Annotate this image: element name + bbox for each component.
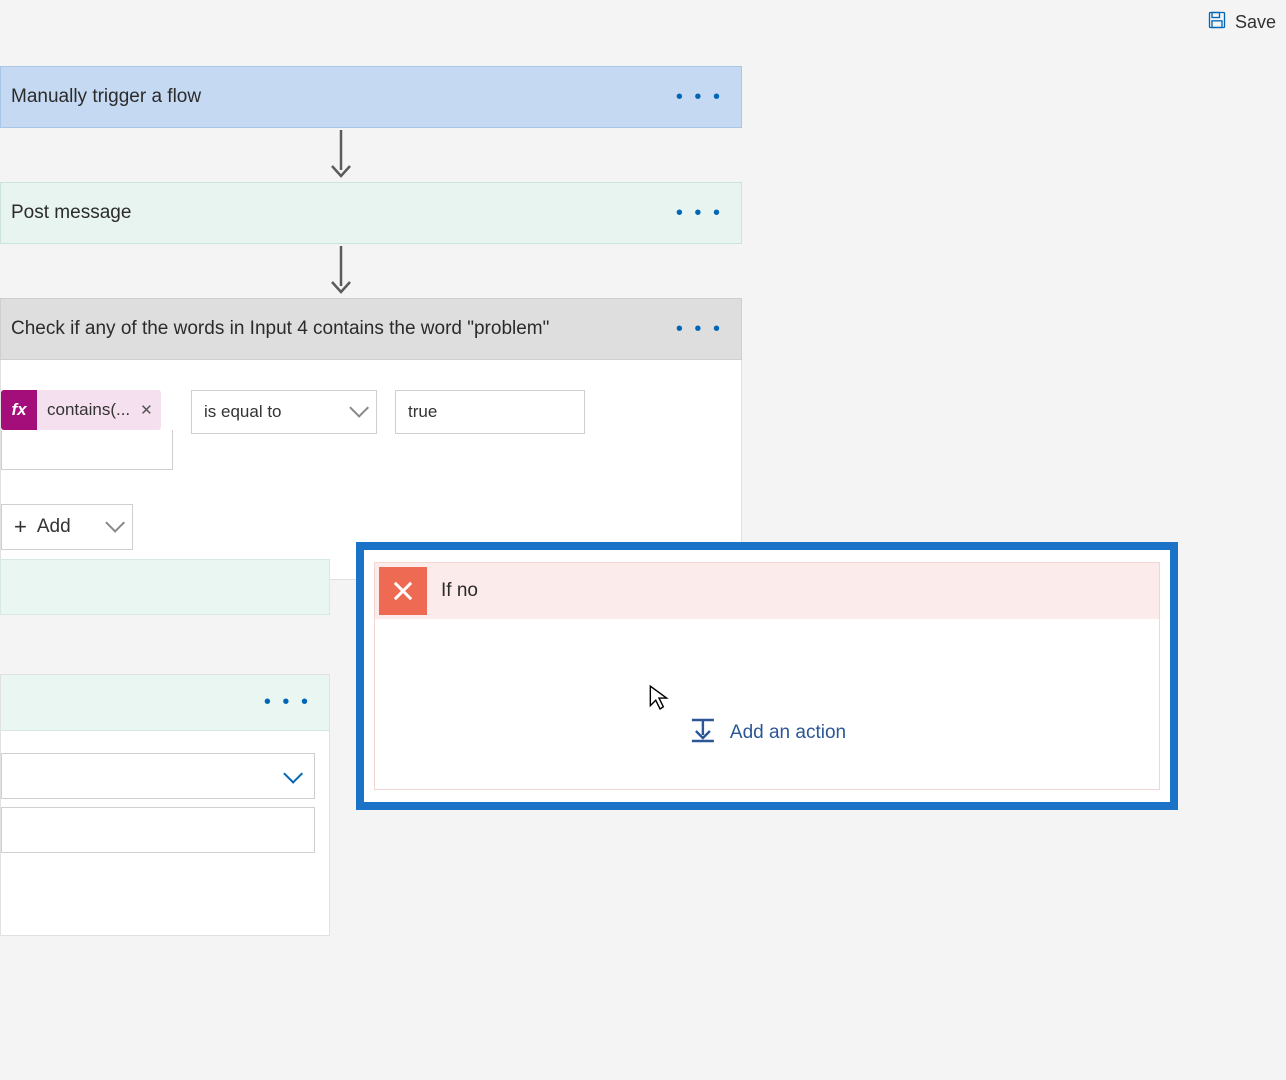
connector-arrow: [326, 130, 356, 180]
ellipsis-icon[interactable]: • • •: [676, 319, 723, 339]
flow-canvas: Manually trigger a flow • • • Post messa…: [0, 44, 1286, 1080]
step-post-message[interactable]: Post message • • •: [0, 182, 742, 244]
save-icon: [1207, 10, 1227, 35]
condition-left-operand[interactable]: fx contains(... ✕: [1, 390, 173, 470]
operator-label: is equal to: [204, 402, 282, 422]
fx-icon: fx: [1, 390, 37, 430]
value-text: true: [408, 402, 437, 422]
step-condition[interactable]: Check if any of the words in Input 4 con…: [0, 298, 742, 360]
x-icon: [379, 567, 427, 615]
top-toolbar: Save: [0, 0, 1286, 44]
condition-value-input[interactable]: true: [395, 390, 585, 434]
step-post-title: Post message: [11, 202, 676, 224]
add-label: Add: [37, 516, 71, 538]
chevron-down-icon: [106, 516, 120, 538]
add-condition-button[interactable]: + Add: [1, 504, 133, 550]
add-action-button[interactable]: Add an action: [688, 717, 846, 749]
expression-text: contains(...: [37, 400, 140, 420]
insert-action-icon: [688, 717, 718, 749]
action-text-input[interactable]: [1, 807, 315, 853]
connector-arrow: [326, 246, 356, 296]
step-condition-title: Check if any of the words in Input 4 con…: [11, 318, 676, 340]
branch-no-header[interactable]: If no: [375, 563, 1159, 619]
ellipsis-icon[interactable]: • • •: [676, 87, 723, 107]
expression-pill[interactable]: fx contains(... ✕: [1, 390, 161, 430]
branch-no-card: If no Add an action: [374, 562, 1160, 790]
save-label: Save: [1235, 12, 1276, 33]
save-button[interactable]: Save: [1207, 10, 1276, 35]
branch-no-body: Add an action: [375, 619, 1159, 789]
action-card-header[interactable]: • • •: [1, 675, 329, 731]
branch-yes-action-card: • • •: [0, 674, 330, 936]
chevron-down-icon: [350, 402, 364, 422]
ellipsis-icon[interactable]: • • •: [264, 691, 311, 714]
condition-operator-select[interactable]: is equal to: [191, 390, 377, 434]
branch-no-highlight: If no Add an action: [356, 542, 1178, 810]
cursor-icon: [648, 684, 670, 710]
branch-no-title: If no: [441, 580, 478, 602]
step-trigger-title: Manually trigger a flow: [11, 86, 676, 108]
plus-icon: +: [14, 514, 27, 540]
operand-input[interactable]: [1, 430, 173, 470]
condition-row: fx contains(... ✕ is equal to true: [1, 390, 741, 470]
ellipsis-icon[interactable]: • • •: [676, 203, 723, 223]
chevron-down-icon: [284, 763, 298, 789]
action-dropdown[interactable]: [1, 753, 315, 799]
step-trigger[interactable]: Manually trigger a flow • • •: [0, 66, 742, 128]
branch-yes-header[interactable]: [0, 559, 330, 615]
remove-expression-icon[interactable]: ✕: [140, 401, 153, 419]
add-action-label: Add an action: [730, 722, 846, 744]
